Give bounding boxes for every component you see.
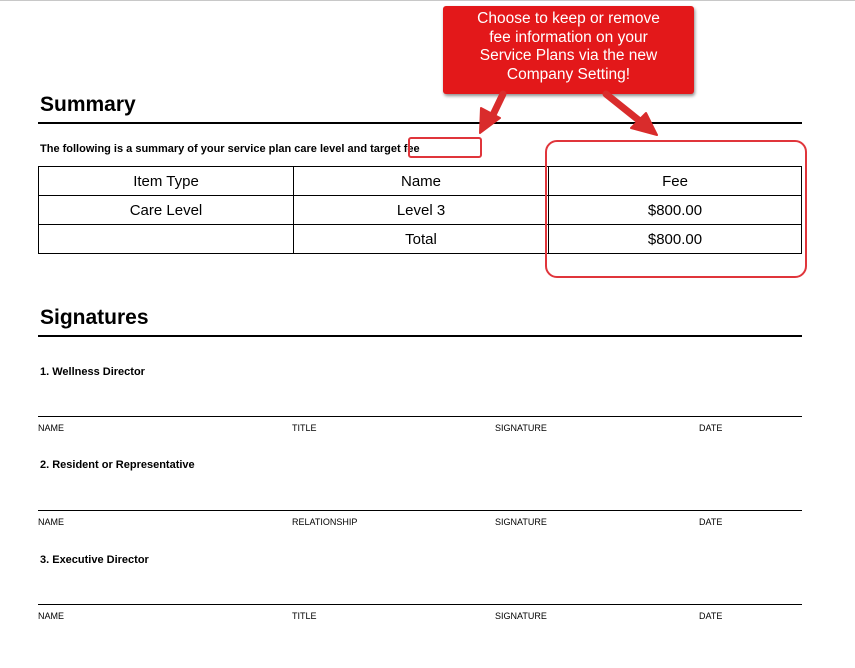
signature-section-title: 3. Executive Director xyxy=(40,554,149,566)
signature-section-title: 1. Wellness Director xyxy=(40,366,145,378)
service-plan-document: Summary The following is a summary of yo… xyxy=(0,0,855,668)
signature-label-title: TITLE xyxy=(292,611,317,621)
signature-label-name: NAME xyxy=(38,611,65,621)
signatures-heading: Signatures xyxy=(40,306,149,329)
signature-label-date: DATE xyxy=(699,423,723,433)
signature-label-signature: SIGNATURE xyxy=(495,423,547,433)
signature-label-signature: SIGNATURE xyxy=(495,517,547,527)
signatures-rule xyxy=(38,335,802,337)
signature-label-title: TITLE xyxy=(292,423,317,433)
signature-label-date: DATE xyxy=(699,517,723,527)
signature-line xyxy=(38,416,802,417)
signature-line xyxy=(38,604,802,605)
signature-label-date: DATE xyxy=(699,611,723,621)
signature-label-signature: SIGNATURE xyxy=(495,611,547,621)
signature-section-title: 2. Resident or Representative xyxy=(40,459,195,471)
signature-label-relationship: RELATIONSHIP xyxy=(292,517,358,527)
signature-line xyxy=(38,510,802,511)
signature-label-name: NAME xyxy=(38,517,65,527)
signature-label-name: NAME xyxy=(38,423,65,433)
callout-arrows xyxy=(479,90,658,136)
arrow-right-shaft xyxy=(602,90,645,126)
